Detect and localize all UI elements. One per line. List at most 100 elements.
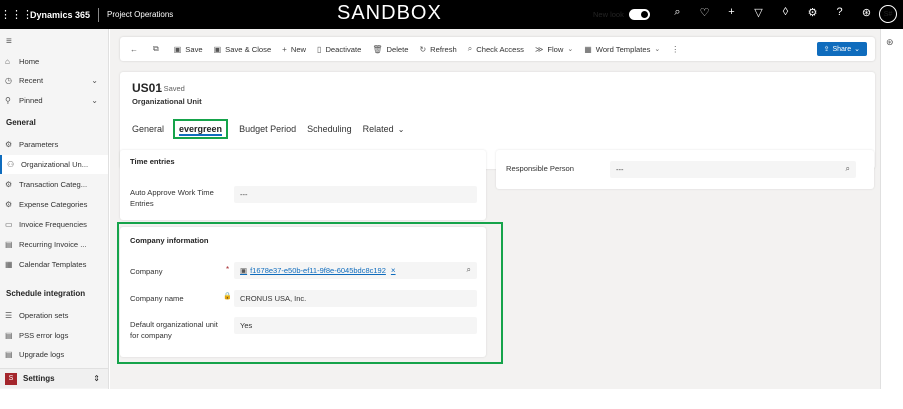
flow-button[interactable]: ≫ Flow ⌄ — [535, 45, 573, 54]
sidebar-item-calendar-templates[interactable]: ▦ Calendar Templates — [0, 255, 108, 274]
doc-icon: ▤ — [5, 350, 13, 359]
check-access-button[interactable]: ⌕ Check Access — [468, 44, 524, 54]
tab-budget-period[interactable]: Budget Period — [239, 119, 296, 139]
save-close-button[interactable]: ▣ Save & Close — [214, 45, 272, 54]
sidebar: ≡ ⌂ Home ◷ Recent ⌄ ⚲ Pinned ⌄ General ⚙… — [0, 29, 109, 389]
list-icon: ▤ — [5, 240, 13, 249]
more-commands-button[interactable]: ⋮ — [671, 45, 683, 54]
flow-label: Flow — [547, 44, 564, 54]
search-icon[interactable]: ⌕ — [846, 164, 850, 174]
save-button[interactable]: ▣ Save — [174, 45, 203, 54]
save-close-label: Save & Close — [225, 44, 272, 54]
delete-button[interactable]: 🗑 Delete — [372, 45, 408, 54]
app-launcher-icon[interactable]: ⋮⋮⋮ — [0, 8, 33, 21]
save-close-icon: ▣ — [213, 44, 222, 54]
filter-icon[interactable]: ▽ — [745, 6, 772, 19]
sidebar-item-organizational-units[interactable]: ⚇ Organizational Un... — [0, 155, 108, 174]
new-button[interactable]: + New — [282, 45, 306, 54]
bell-icon[interactable]: ◊ — [772, 6, 799, 19]
sidebar-item-parameters[interactable]: ⚙ Parameters — [0, 135, 108, 154]
responsible-person-field[interactable]: --- ⌕ — [610, 161, 856, 178]
responsible-person-section: Responsible Person --- ⌕ — [496, 150, 874, 189]
sidebar-item-label: Transaction Categ... — [19, 180, 88, 189]
sidebar-item-recurring-invoice[interactable]: ▤ Recurring Invoice ... — [0, 235, 108, 254]
search-icon[interactable]: ⌕ — [664, 6, 691, 19]
arrow-left-icon: ← — [130, 44, 138, 54]
sidebar-item-label: Upgrade logs — [19, 350, 65, 359]
word-templates-label: Word Templates — [595, 44, 651, 54]
hamburger-icon[interactable]: ≡ — [6, 36, 12, 47]
tab-related[interactable]: Related ⌄ — [363, 119, 405, 139]
copilot-icon[interactable]: ⊛ — [886, 37, 894, 48]
sidebar-item-label: Calendar Templates — [19, 260, 87, 269]
help-icon[interactable]: ? — [826, 6, 853, 19]
right-rail: ⊛ — [880, 29, 903, 389]
refresh-button[interactable]: ↻ Refresh — [419, 45, 456, 54]
copilot-icon[interactable]: ⊛ — [853, 6, 880, 19]
lightbulb-icon[interactable]: ♡ — [691, 6, 718, 19]
section-schedule-integration: Schedule integration — [6, 289, 86, 298]
sidebar-item-label: Parameters — [19, 140, 59, 149]
record-title: US01 — [132, 81, 163, 95]
app-name[interactable]: Project Operations — [107, 10, 173, 19]
sidebar-item-upgrade-logs[interactable]: ▤ Upgrade logs — [0, 345, 108, 364]
brand-name[interactable]: Dynamics 365 — [30, 10, 90, 20]
auto-approve-label: Auto Approve Work Time Entries — [130, 187, 214, 209]
sidebar-item-expense-categories[interactable]: ⚙ Expense Categories — [0, 195, 108, 214]
popout-icon: ⧉ — [153, 44, 159, 53]
chevron-down-icon: ⌄ — [567, 46, 574, 53]
back-button[interactable]: ← — [130, 45, 142, 54]
responsible-person-value: --- — [616, 165, 624, 174]
tab-related-label: Related — [362, 124, 394, 134]
gear-icon: ⚙ — [5, 200, 13, 209]
avatar[interactable]: S# — [879, 5, 897, 23]
time-entries-section: Time entries Auto Approve Work Time Entr… — [120, 150, 486, 220]
chevron-down-icon: ⌄ — [91, 76, 98, 85]
share-icon: ⇪ — [823, 46, 830, 53]
auto-approve-field[interactable]: --- — [234, 186, 477, 203]
refresh-label: Refresh — [430, 44, 457, 54]
sidebar-item-transaction-categories[interactable]: ⚙ Transaction Categ... — [0, 175, 108, 194]
area-switcher-settings[interactable]: S Settings ⇕ — [0, 368, 108, 388]
calendar-icon: ▦ — [5, 260, 13, 269]
sidebar-item-pinned[interactable]: ⚲ Pinned ⌄ — [0, 91, 108, 110]
responsible-person-label: Responsible Person — [506, 164, 574, 173]
gear-icon: ⚙ — [5, 140, 13, 149]
sidebar-item-label: Organizational Un... — [21, 160, 89, 169]
sidebar-item-operation-sets[interactable]: ☰ Operation sets — [0, 306, 108, 325]
clock-icon: ◷ — [5, 76, 12, 85]
deactivate-button[interactable]: ▯ Deactivate — [317, 45, 361, 54]
command-bar: ← ⧉ ▣ Save ▣ Save & Close + New ▯ Deactivate… — [120, 37, 875, 61]
org-icon: ⚇ — [7, 160, 15, 169]
sidebar-item-label: Pinned — [19, 96, 43, 105]
tab-evergreen[interactable]: evergreen — [173, 119, 229, 139]
share-button[interactable]: ⇪ Share ⌄ — [816, 42, 867, 56]
save-label: Save — [185, 44, 203, 54]
tab-scheduling[interactable]: Scheduling — [307, 119, 352, 139]
section-general: General — [6, 118, 36, 127]
delete-label: Delete — [386, 44, 409, 54]
chevron-down-icon: ⌄ — [397, 124, 405, 134]
sidebar-item-invoice-frequencies[interactable]: ▭ Invoice Frequencies — [0, 215, 108, 234]
divider — [98, 7, 100, 22]
new-look-toggle[interactable]: New look — [593, 9, 650, 20]
chevron-down-icon: ⌄ — [654, 46, 661, 53]
save-icon: ▣ — [173, 44, 182, 54]
flow-icon: ≫ — [534, 44, 544, 54]
tab-general[interactable]: General — [132, 119, 164, 139]
word-templates-button[interactable]: ▦ Word Templates ⌄ — [584, 45, 660, 54]
sidebar-item-home[interactable]: ⌂ Home — [0, 52, 108, 71]
plus-icon: + — [282, 44, 287, 54]
settings-gear-icon[interactable]: ⚙ — [799, 6, 826, 19]
check-access-icon: ⌕ — [467, 44, 473, 53]
save-status: - Saved — [159, 84, 185, 93]
sidebar-item-label: Operation sets — [19, 311, 69, 320]
popout-button[interactable]: ⧉ — [153, 44, 163, 54]
sidebar-item-pss-error-logs[interactable]: ▤ PSS error logs — [0, 326, 108, 345]
environment-label: SANDBOX — [337, 2, 442, 24]
sidebar-item-recent[interactable]: ◷ Recent ⌄ — [0, 71, 108, 90]
word-icon: ▦ — [584, 44, 592, 54]
pin-icon: ⚲ — [5, 96, 11, 105]
plus-icon[interactable]: + — [718, 6, 745, 19]
toggle-switch[interactable] — [628, 9, 650, 20]
